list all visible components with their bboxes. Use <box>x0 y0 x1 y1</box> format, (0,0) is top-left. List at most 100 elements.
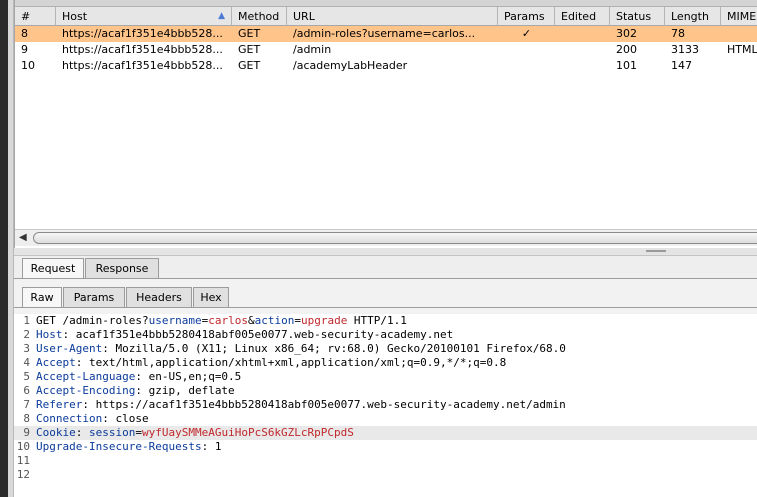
column-header-host[interactable]: Host ▲ <box>56 7 232 26</box>
cell-host: https://acaf1f351e4bbb528... <box>62 59 223 72</box>
cell-status: 302 <box>616 27 637 40</box>
text-segment: : close <box>102 412 149 425</box>
line-text: User-Agent: Mozilla/5.0 (X11; Linux x86_… <box>36 342 566 356</box>
column-header-url[interactable]: URL <box>287 7 498 26</box>
header-name: Accept <box>36 356 76 369</box>
request-line: 2 Host: acaf1f351e4bbb5280418abf005e0077.… <box>14 328 757 342</box>
header-name: session <box>89 426 136 439</box>
horizontal-scrollbar[interactable]: ◀ <box>15 229 757 246</box>
tab-params[interactable]: Params <box>63 287 125 308</box>
line-text: Accept-Language: en-US,en;q=0.5 <box>36 370 241 384</box>
text-segment: = <box>294 314 301 327</box>
column-header-mime[interactable]: MIME <box>721 7 757 26</box>
column-header-params[interactable]: Params <box>498 7 555 26</box>
request-line: 5 Accept-Language: en-US,en;q=0.5 <box>14 370 757 384</box>
cell-method: GET <box>238 43 261 56</box>
window-left-edge <box>0 0 14 497</box>
tab-request[interactable]: Request <box>22 258 84 279</box>
header-name: Upgrade-Insecure-Requests <box>36 440 202 453</box>
tab-response[interactable]: Response <box>85 258 159 279</box>
scroll-left-arrow-icon[interactable]: ◀ <box>19 231 27 245</box>
top-strip <box>15 0 757 7</box>
request-line: 8 Connection: close <box>14 412 757 426</box>
cell-params <box>498 42 555 58</box>
header-name: Accept-Encoding <box>36 384 136 397</box>
line-text: Accept-Encoding: gzip, deflate <box>36 384 235 398</box>
cell-params <box>498 58 555 74</box>
column-header-number[interactable]: # <box>15 7 56 26</box>
cell-mime: HTML <box>727 43 757 56</box>
line-number: 10 <box>16 440 30 453</box>
request-line: 9 Cookie: session=wyfUaySMMeAGuiHoPcS6kGZ… <box>14 426 757 440</box>
request-viewer: Raw Params Headers Hex 1 GET /admin-roles… <box>14 279 757 497</box>
tab-raw[interactable]: Raw <box>22 287 62 308</box>
request-line: 12 <box>14 468 757 482</box>
line-text: GET /admin-roles?username=carlos&action=… <box>36 314 407 328</box>
request-line: 1 GET /admin-roles?username = carlos&action… <box>14 314 757 328</box>
column-header-edited[interactable]: Edited <box>555 7 610 26</box>
header-name: Cookie <box>36 426 76 439</box>
header-name: Connection <box>36 412 103 425</box>
cell-length: 78 <box>671 27 685 40</box>
line-text: Host: acaf1f351e4bbb5280418abf005e0077.w… <box>36 328 453 342</box>
text-segment: : gzip, deflate <box>135 384 235 397</box>
cell-status: 101 <box>616 59 637 72</box>
checkmark-icon: ✓ <box>521 27 532 40</box>
table-row[interactable]: 10 https://acaf1f351e4bbb528... GET /aca… <box>15 58 757 74</box>
request-line: 11 <box>14 454 757 468</box>
line-text: Cookie: session=wyfUaySMMeAGuiHoPcS6kGZL… <box>36 426 354 440</box>
column-header-status[interactable]: Status <box>610 7 665 26</box>
cell-number: 10 <box>21 59 35 72</box>
line-number: 6 <box>23 384 30 397</box>
param-value: wyfUaySMMeAGuiHoPcS6kGZLcRpPCpdS <box>141 426 354 439</box>
param-value: upgrade <box>300 314 348 327</box>
raw-request-editor[interactable]: 1 GET /admin-roles?username = carlos&action… <box>14 314 757 497</box>
tab-headers[interactable]: Headers <box>126 287 192 308</box>
header-name: User-Agent <box>36 342 103 355</box>
cell-mime <box>721 58 757 74</box>
request-line: 10 Upgrade-Insecure-Requests: 1 <box>14 440 757 454</box>
cell-url: /academyLabHeader <box>293 59 408 72</box>
cell-edited <box>555 58 610 74</box>
cell-edited <box>555 26 610 42</box>
header-name: username <box>148 314 202 327</box>
header-name: Referer <box>36 398 83 411</box>
column-header-host-label: Host <box>62 10 88 23</box>
request-line: 7 Referer: https://acaf1f351e4bbb5280418a… <box>14 398 757 412</box>
text-segment: : en-US,en;q=0.5 <box>135 370 242 383</box>
cell-length: 147 <box>671 59 692 72</box>
table-row[interactable]: 8 https://acaf1f351e4bbb528... GET /admi… <box>15 26 757 42</box>
cell-number: 8 <box>21 27 28 40</box>
cell-host: https://acaf1f351e4bbb528... <box>62 27 223 40</box>
cell-length: 3133 <box>671 43 699 56</box>
line-number: 4 <box>23 356 30 369</box>
line-number: 9 <box>23 426 30 439</box>
column-header-length[interactable]: Length <box>665 7 721 26</box>
cell-method: GET <box>238 59 261 72</box>
cell-status: 200 <box>616 43 637 56</box>
scrollbar-thumb[interactable] <box>33 232 757 244</box>
cell-number: 9 <box>21 43 28 56</box>
proxy-history-panel: # Host ▲ Method URL Params Edited Status… <box>14 0 757 248</box>
cell-edited <box>555 42 610 58</box>
cell-method: GET <box>238 27 261 40</box>
text-segment: HTTP/1.1 <box>347 314 407 327</box>
param-value: carlos <box>208 314 248 327</box>
tab-hex[interactable]: Hex <box>193 287 229 308</box>
line-number: 12 <box>16 468 30 481</box>
cell-mime <box>721 26 757 42</box>
text-segment: : acaf1f351e4bbb5280418abf005e0077.web-s… <box>62 328 454 341</box>
panel-splitter[interactable] <box>14 248 757 256</box>
request-line: 4 Accept: text/html,application/xhtml+xml… <box>14 356 757 370</box>
splitter-grip-icon[interactable] <box>646 250 666 252</box>
cell-url: /admin <box>293 43 332 56</box>
table-row[interactable]: 9 https://acaf1f351e4bbb528... GET /admi… <box>15 42 757 58</box>
text-segment: : https://acaf1f351e4bbb5280418abf005e00… <box>82 398 566 411</box>
text-segment: GET /admin-roles? <box>36 314 149 327</box>
text-segment: : 1 <box>201 440 222 453</box>
line-number: 11 <box>16 454 30 467</box>
line-text: Referer: https://acaf1f351e4bbb5280418ab… <box>36 398 566 412</box>
line-number: 5 <box>23 370 30 383</box>
line-number: 3 <box>23 342 30 355</box>
column-header-method[interactable]: Method <box>232 7 287 26</box>
